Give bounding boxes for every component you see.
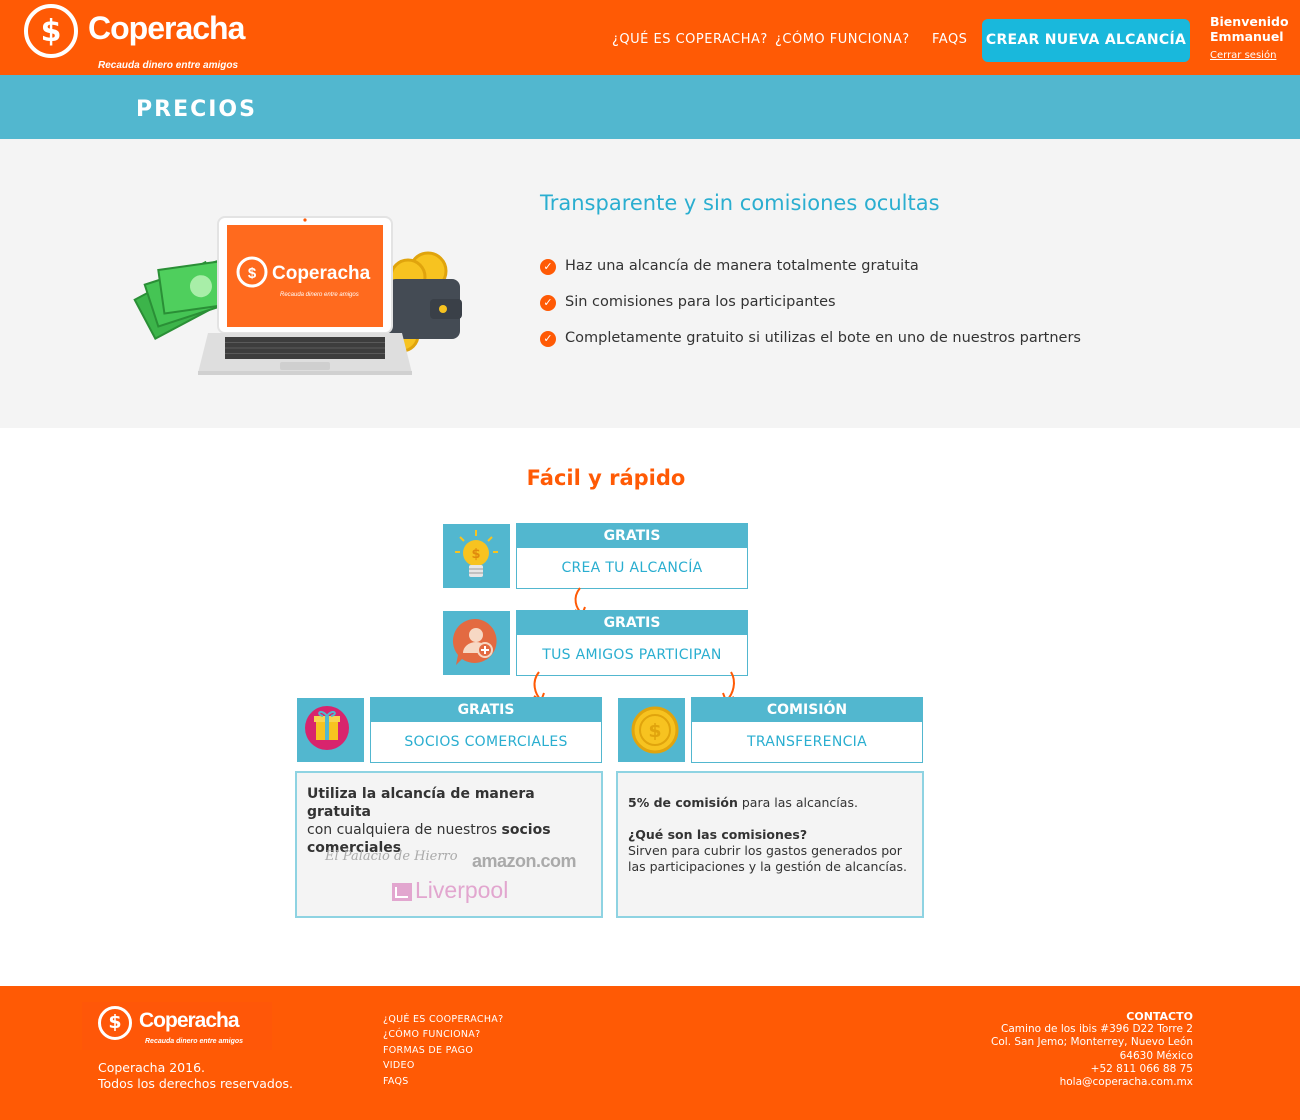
pricing-hero: $ Coperacha Recauda dinero entre amigos … <box>0 139 1300 428</box>
check-icon: ✓ <box>540 259 556 275</box>
commission-text: 5% de comisión para las alcancías. ¿Qué … <box>628 795 918 875</box>
dollar-coin-icon: $ <box>24 4 78 58</box>
check-icon: ✓ <box>540 331 556 347</box>
page-title: PRECIOS <box>136 97 257 122</box>
brand-liverpool-text: Liverpool <box>415 877 509 903</box>
footer-link-que-es[interactable]: ¿QUÉ ES COOPERACHA? <box>383 1012 503 1027</box>
brand-amazon: amazon.com <box>472 851 577 871</box>
create-alcancia-button[interactable]: CREAR NUEVA ALCANCÍA <box>982 19 1190 62</box>
dollar-coin-icon: $ <box>98 1006 132 1040</box>
add-user-icon <box>443 611 510 675</box>
partners-text: Utiliza la alcancía de manera gratuita c… <box>307 785 597 857</box>
commission-rate: 5% de comisión <box>628 795 738 810</box>
logo-tagline: Recauda dinero entre amigos <box>98 60 239 71</box>
footer-logo-name: Coperacha <box>139 1009 240 1032</box>
welcome-username: Emmanuel <box>1210 29 1284 44</box>
svg-text:$: $ <box>471 547 480 562</box>
commission-answer: Sirven para cubrir los gastos generados … <box>628 843 907 874</box>
page-title-band: PRECIOS <box>0 75 1300 139</box>
logo-name: Coperacha <box>88 10 245 46</box>
partners-text-body: con cualquiera de nuestros <box>307 822 498 838</box>
footer-copyright: Coperacha 2016. Todos los derechos reser… <box>98 1060 293 1092</box>
step-header: COMISIÓN <box>692 698 922 722</box>
contact-address: Col. San Jemo; Monterrey, Nuevo León <box>991 1036 1193 1049</box>
footer-link-formas-de-pago[interactable]: FORMAS DE PAGO <box>383 1043 503 1058</box>
logout-link[interactable]: Cerrar sesión <box>1210 50 1276 61</box>
contact-email[interactable]: hola@coperacha.com.mx <box>991 1076 1193 1089</box>
step-header: GRATIS <box>517 524 747 548</box>
partners-text-bold: Utiliza la alcancía de manera gratuita <box>307 786 535 820</box>
welcome-greeting: Bienvenido <box>1210 14 1289 29</box>
copyright-line: Coperacha 2016. <box>98 1060 206 1075</box>
laptop-logo-tagline: Recauda dinero entre amigos <box>280 292 359 298</box>
logo[interactable]: $ Coperacha Recauda dinero entre amigos <box>24 4 254 74</box>
step-body: TRANSFERENCIA <box>747 734 867 750</box>
footer-links: ¿QUÉ ES COOPERACHA? ¿CÓMO FUNCIONA? FORM… <box>383 1012 503 1089</box>
nav-faqs[interactable]: FAQS <box>932 32 967 47</box>
footer-link-faqs[interactable]: FAQS <box>383 1074 503 1089</box>
brand-liverpool: Liverpool <box>391 877 511 907</box>
step-body: TUS AMIGOS PARTICIPAN <box>542 647 722 663</box>
footer-contact: CONTACTO Camino de los ibis #396 D22 Tor… <box>991 1010 1193 1089</box>
step-amigos-participan: GRATIS TUS AMIGOS PARTICIPAN <box>516 610 748 676</box>
footer-logo-tagline: Recauda dinero entre amigos <box>145 1038 244 1045</box>
footer-link-como-funciona[interactable]: ¿CÓMO FUNCIONA? <box>383 1027 503 1042</box>
commission-question: ¿Qué son las comisiones? <box>628 827 808 842</box>
laptop-money-illustration: $ Coperacha Recauda dinero entre amigos <box>133 216 462 375</box>
commission-rate-text: para las alcancías. <box>741 795 858 810</box>
feature-text: Haz una alcancía de manera totalmente gr… <box>565 258 919 274</box>
svg-text:$: $ <box>648 720 661 742</box>
step-header: GRATIS <box>371 698 601 722</box>
check-icon: ✓ <box>540 295 556 311</box>
contact-address: Camino de los ibis #396 D22 Torre 2 <box>1001 1023 1193 1036</box>
partners-card: Utiliza la alcancía de manera gratuita c… <box>295 771 603 918</box>
nav-como-funciona[interactable]: ¿CÓMO FUNCIONA? <box>775 32 910 47</box>
nav-que-es[interactable]: ¿QUÉ ES COPERACHA? <box>612 32 768 47</box>
lightbulb-icon: $ <box>443 524 510 588</box>
step-socios-comerciales: GRATIS SOCIOS COMERCIALES <box>370 697 602 763</box>
header: $ Coperacha Recauda dinero entre amigos … <box>0 0 1300 75</box>
footer-logo[interactable]: $ Coperacha Recauda dinero entre amigos <box>82 1002 272 1050</box>
footer: $ Coperacha Recauda dinero entre amigos … <box>0 986 1300 1120</box>
coin-icon: $ <box>618 698 685 762</box>
step-body: CREA TU ALCANCÍA <box>561 560 703 576</box>
laptop-logo-text: Coperacha <box>272 263 371 284</box>
pricing-hero-title: Transparente y sin comisiones ocultas <box>540 191 940 215</box>
feature-text: Completamente gratuito si utilizas el bo… <box>565 330 1081 346</box>
svg-text:$: $ <box>248 265 257 282</box>
commission-card: 5% de comisión para las alcancías. ¿Qué … <box>616 771 924 918</box>
step-body: SOCIOS COMERCIALES <box>404 734 568 750</box>
gift-icon <box>297 698 364 762</box>
copyright-line: Todos los derechos reservados. <box>98 1076 293 1091</box>
contact-title: CONTACTO <box>1126 1010 1193 1023</box>
step-transferencia: COMISIÓN TRANSFERENCIA <box>691 697 923 763</box>
contact-phone[interactable]: +52 811 066 88 75 <box>991 1063 1193 1076</box>
step-crea-alcancia: GRATIS CREA TU ALCANCÍA <box>516 523 748 589</box>
welcome-text: Bienvenido Emmanuel <box>1210 14 1289 44</box>
feature-text: Sin comisiones para los participantes <box>565 294 836 310</box>
step-header: GRATIS <box>517 611 747 635</box>
footer-link-video[interactable]: VIDEO <box>383 1058 503 1073</box>
brand-palacio-de-hierro: El Palacio de Hierro <box>325 849 458 864</box>
contact-postal-code: 64630 México <box>1119 1049 1193 1062</box>
flow-title: Fácil y rápido <box>526 466 686 490</box>
